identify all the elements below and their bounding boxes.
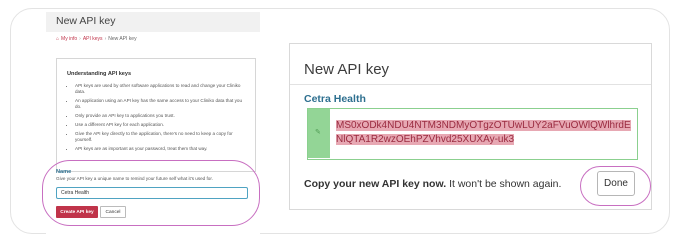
info-item: Give the API key directly to the applica… — [75, 131, 249, 143]
home-icon: ⌂ — [56, 36, 60, 42]
form-title: New API key — [56, 15, 116, 27]
info-item: Only provide an API key to applications … — [75, 113, 249, 119]
create-api-key-button[interactable]: Create API key — [56, 206, 98, 218]
info-item: API keys are as important as your passwo… — [75, 146, 249, 152]
name-field-help: Give your API key a unique name to remin… — [56, 176, 213, 181]
copy-warning: Copy your new API key now. It won't be s… — [304, 178, 561, 190]
api-keys-info-box: Understanding API keys API keys are used… — [56, 58, 256, 172]
form-header: New API key — [46, 12, 260, 32]
done-button[interactable]: Done — [597, 171, 635, 196]
key-strip: ✎ — [308, 109, 330, 158]
copy-warning-bold: Copy your new API key now. — [304, 178, 447, 190]
name-input[interactable] — [56, 187, 248, 199]
key-icon: ✎ — [315, 129, 321, 136]
info-item: Use a different API key for each applica… — [75, 122, 249, 128]
info-item: API keys are used by other software appl… — [75, 83, 249, 95]
name-field-label: Name — [56, 169, 72, 175]
breadcrumb-api-keys[interactable]: API keys — [83, 36, 103, 42]
breadcrumb-my-info[interactable]: My info — [61, 36, 77, 42]
breadcrumb: ⌂ My info › API keys › New API key — [56, 36, 137, 42]
cancel-button[interactable]: Cancel — [100, 206, 126, 218]
info-list: API keys are used by other software appl… — [69, 83, 249, 155]
info-item: An application using an API key has the … — [75, 98, 249, 110]
breadcrumb-current: New API key — [108, 36, 137, 42]
api-key-box: ✎ MS0xODk4NDU4NTM3NDMyOTgzOTUwLUY2aFVuOW… — [307, 108, 638, 160]
api-key-text[interactable]: MS0xODk4NDU4NTM3NDMyOTgzOTUwLUY2aFVuOWlQ… — [336, 120, 631, 145]
dialog-title: New API key — [304, 61, 390, 78]
company-name: Cetra Health — [304, 93, 366, 105]
dialog-divider — [290, 84, 651, 85]
copy-warning-rest: It won't be shown again. — [446, 178, 562, 190]
breadcrumb-separator: › — [79, 36, 81, 42]
breadcrumb-separator: › — [104, 36, 107, 42]
api-key-value[interactable]: MS0xODk4NDU4NTM3NDMyOTgzOTUwLUY2aFVuOWlQ… — [336, 119, 636, 147]
info-title: Understanding API keys — [67, 71, 132, 77]
